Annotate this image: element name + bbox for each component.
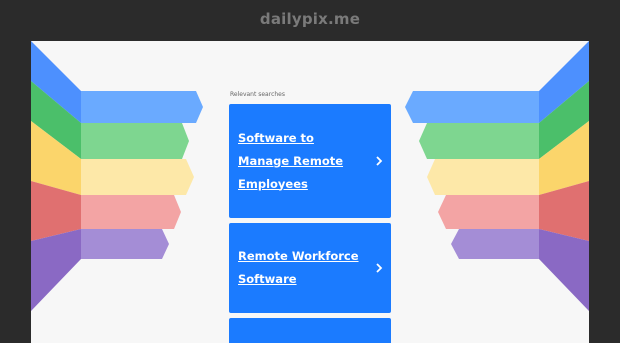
search-result-link[interactable]	[229, 318, 391, 343]
search-result-label: Software to Manage Remote Employees	[238, 130, 344, 191]
search-result-link[interactable]: Software to Manage Remote Employees	[229, 104, 391, 218]
relevant-searches-label: Relevant searches	[230, 91, 285, 98]
domain-title: dailypix.me	[259, 10, 361, 28]
chevron-right-icon	[376, 263, 383, 273]
chevron-right-icon	[376, 156, 383, 166]
search-result-label: Remote Workforce Software	[238, 249, 359, 286]
parked-page: Relevant searches Software to Manage Rem…	[31, 41, 589, 343]
search-result-link[interactable]: Remote Workforce Software	[229, 223, 391, 313]
